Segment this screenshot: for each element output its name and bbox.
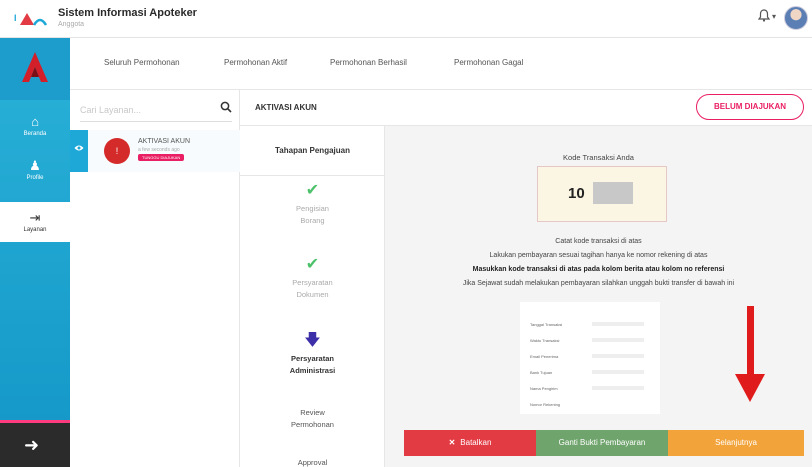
step-review-permohonan: Review Permohonan [240, 404, 385, 431]
transaction-code-box: 10 [537, 166, 667, 222]
search-input[interactable] [80, 102, 210, 118]
rail-brand[interactable] [0, 38, 70, 100]
instruction-4: Jika Sejawat sudah melakukan pembayaran … [462, 280, 735, 287]
step-approval: Approval [240, 454, 385, 467]
nav-item-profile[interactable]: ♟ Profile [0, 158, 70, 196]
tab-permohonan-aktif[interactable]: Permohonan Aktif [224, 58, 287, 67]
brand-a-icon [22, 52, 48, 82]
logout-icon: ➜ [24, 435, 40, 455]
step-label-line1: Persyaratan [291, 354, 334, 363]
app-title: Sistem Informasi Apoteker [58, 7, 197, 19]
step-label-line2: Permohonan [291, 420, 334, 429]
instruction-2: Lakukan pembayaran sesuai tagihan hanya … [489, 252, 708, 259]
code-label: Kode Transaksi Anda [563, 153, 634, 162]
red-arrow-head [735, 374, 765, 402]
proof-value [592, 354, 644, 358]
login-icon: ⇥ [29, 210, 41, 225]
proof-line: Nama Pengirim [530, 386, 558, 391]
search-icon[interactable] [220, 101, 232, 113]
close-icon: ✕ [448, 438, 456, 447]
step-label-line2: Dokumen [296, 290, 329, 299]
check-icon: ✔ [305, 182, 320, 199]
bell-icon[interactable] [758, 9, 770, 22]
cancel-button[interactable]: ✕ Batalkan [404, 430, 536, 456]
step-label-line1: Pengisian [296, 204, 329, 213]
left-nav-rail: ⌂ Beranda ♟ Profile ⇥ Layanan ➜ [0, 38, 70, 467]
nav-label: Layanan [23, 227, 47, 233]
step-label-line1: Approval [297, 458, 328, 467]
next-button[interactable]: Selanjutnya [668, 430, 804, 456]
proof-line: Email Penerima [530, 354, 559, 359]
instruction-3: Masukkan kode transaksi di atas pada kol… [472, 266, 725, 273]
step-persyaratan-administrasi: 🡇 Persyaratan Administrasi [240, 332, 385, 377]
list-item[interactable]: ! AKTIVASI AKUN a few seconds ago TUNGGU… [70, 130, 240, 172]
tab-permohonan-berhasil[interactable]: Permohonan Berhasil [330, 58, 407, 67]
status-badge: BELUM DIAJUKAN [696, 94, 804, 120]
home-icon: ⌂ [31, 114, 39, 129]
step-pengisian-borang: ✔ Pengisian Borang [240, 182, 385, 227]
nav-label: Profile [26, 175, 44, 181]
proof-line: Nomor Rekening [530, 402, 561, 407]
steps-header: Tahapan Pengajuan [240, 126, 385, 176]
list-item-accent [70, 130, 88, 172]
avatar[interactable] [784, 6, 808, 30]
proof-value [592, 322, 644, 326]
eye-icon[interactable] [74, 144, 84, 152]
detail-title: AKTIVASI AKUN [255, 103, 317, 112]
red-arrow-annotation [747, 306, 754, 376]
app-subtitle: Anggota [58, 21, 85, 28]
search-box [80, 98, 232, 122]
person-icon: ♟ [29, 158, 41, 173]
item-title: AKTIVASI AKUN [138, 138, 190, 145]
nav-item-beranda[interactable]: ⌂ Beranda [0, 114, 70, 152]
arrow-down-icon: 🡇 [304, 332, 321, 349]
proof-line: Bank Tujuan [530, 370, 553, 375]
steps-column: Tahapan Pengajuan ✔ Pengisian Borang ✔ P… [240, 126, 385, 467]
cancel-label: Batalkan [460, 438, 492, 447]
nav-label: Beranda [23, 131, 47, 137]
proof-line: Tanggal Transaksi [530, 322, 563, 327]
instruction-1: Catat kode transaksi di atas [555, 238, 642, 245]
step-label-line1: Persyaratan [292, 278, 333, 287]
payment-proof-image[interactable]: Tanggal Transaksi Waktu Transaksi Email … [520, 302, 660, 414]
proof-value [592, 338, 644, 342]
change-proof-label: Ganti Bukti Pembayaran [558, 438, 646, 447]
step-persyaratan-dokumen: ✔ Persyaratan Dokumen [240, 256, 385, 301]
item-timestamp: a few seconds ago [138, 147, 180, 153]
status-badge: TUNGGU DIAJUKAN [138, 154, 185, 161]
detail-header: AKTIVASI AKUN BELUM DIAJUKAN [240, 90, 812, 126]
check-icon: ✔ [305, 256, 320, 273]
logout-button[interactable]: ➜ [0, 420, 70, 467]
item-avatar: ! [104, 138, 130, 164]
next-label: Selanjutnya [715, 438, 757, 447]
tab-seluruh-permohonan[interactable]: Seluruh Permohonan [104, 58, 180, 67]
proof-line: Waktu Transaksi [530, 338, 560, 343]
proof-value [592, 386, 644, 390]
change-proof-button[interactable]: Ganti Bukti Pembayaran [536, 430, 668, 456]
tab-permohonan-gagal[interactable]: Permohonan Gagal [454, 58, 523, 67]
transaction-code: 10 [568, 185, 585, 202]
top-header: I Sistem Informasi Apoteker Anggota ▾ [0, 0, 812, 38]
chevron-down-icon[interactable]: ▾ [772, 12, 776, 21]
iai-logo: I [14, 13, 48, 26]
tab-bar: Seluruh Permohonan Permohonan Aktif Perm… [70, 38, 812, 90]
svg-text:I: I [14, 13, 17, 23]
request-list-panel: ! AKTIVASI AKUN a few seconds ago TUNGGU… [70, 90, 240, 467]
payment-content: Kode Transaksi Anda 10 Catat kode transa… [385, 126, 812, 467]
proof-value [592, 370, 644, 374]
step-label-line2: Administrasi [289, 366, 336, 375]
nav-item-layanan[interactable]: ⇥ Layanan [0, 202, 70, 242]
step-label-line2: Borang [300, 216, 325, 225]
redaction-mask [593, 182, 633, 204]
step-label-line1: Review [300, 408, 325, 417]
